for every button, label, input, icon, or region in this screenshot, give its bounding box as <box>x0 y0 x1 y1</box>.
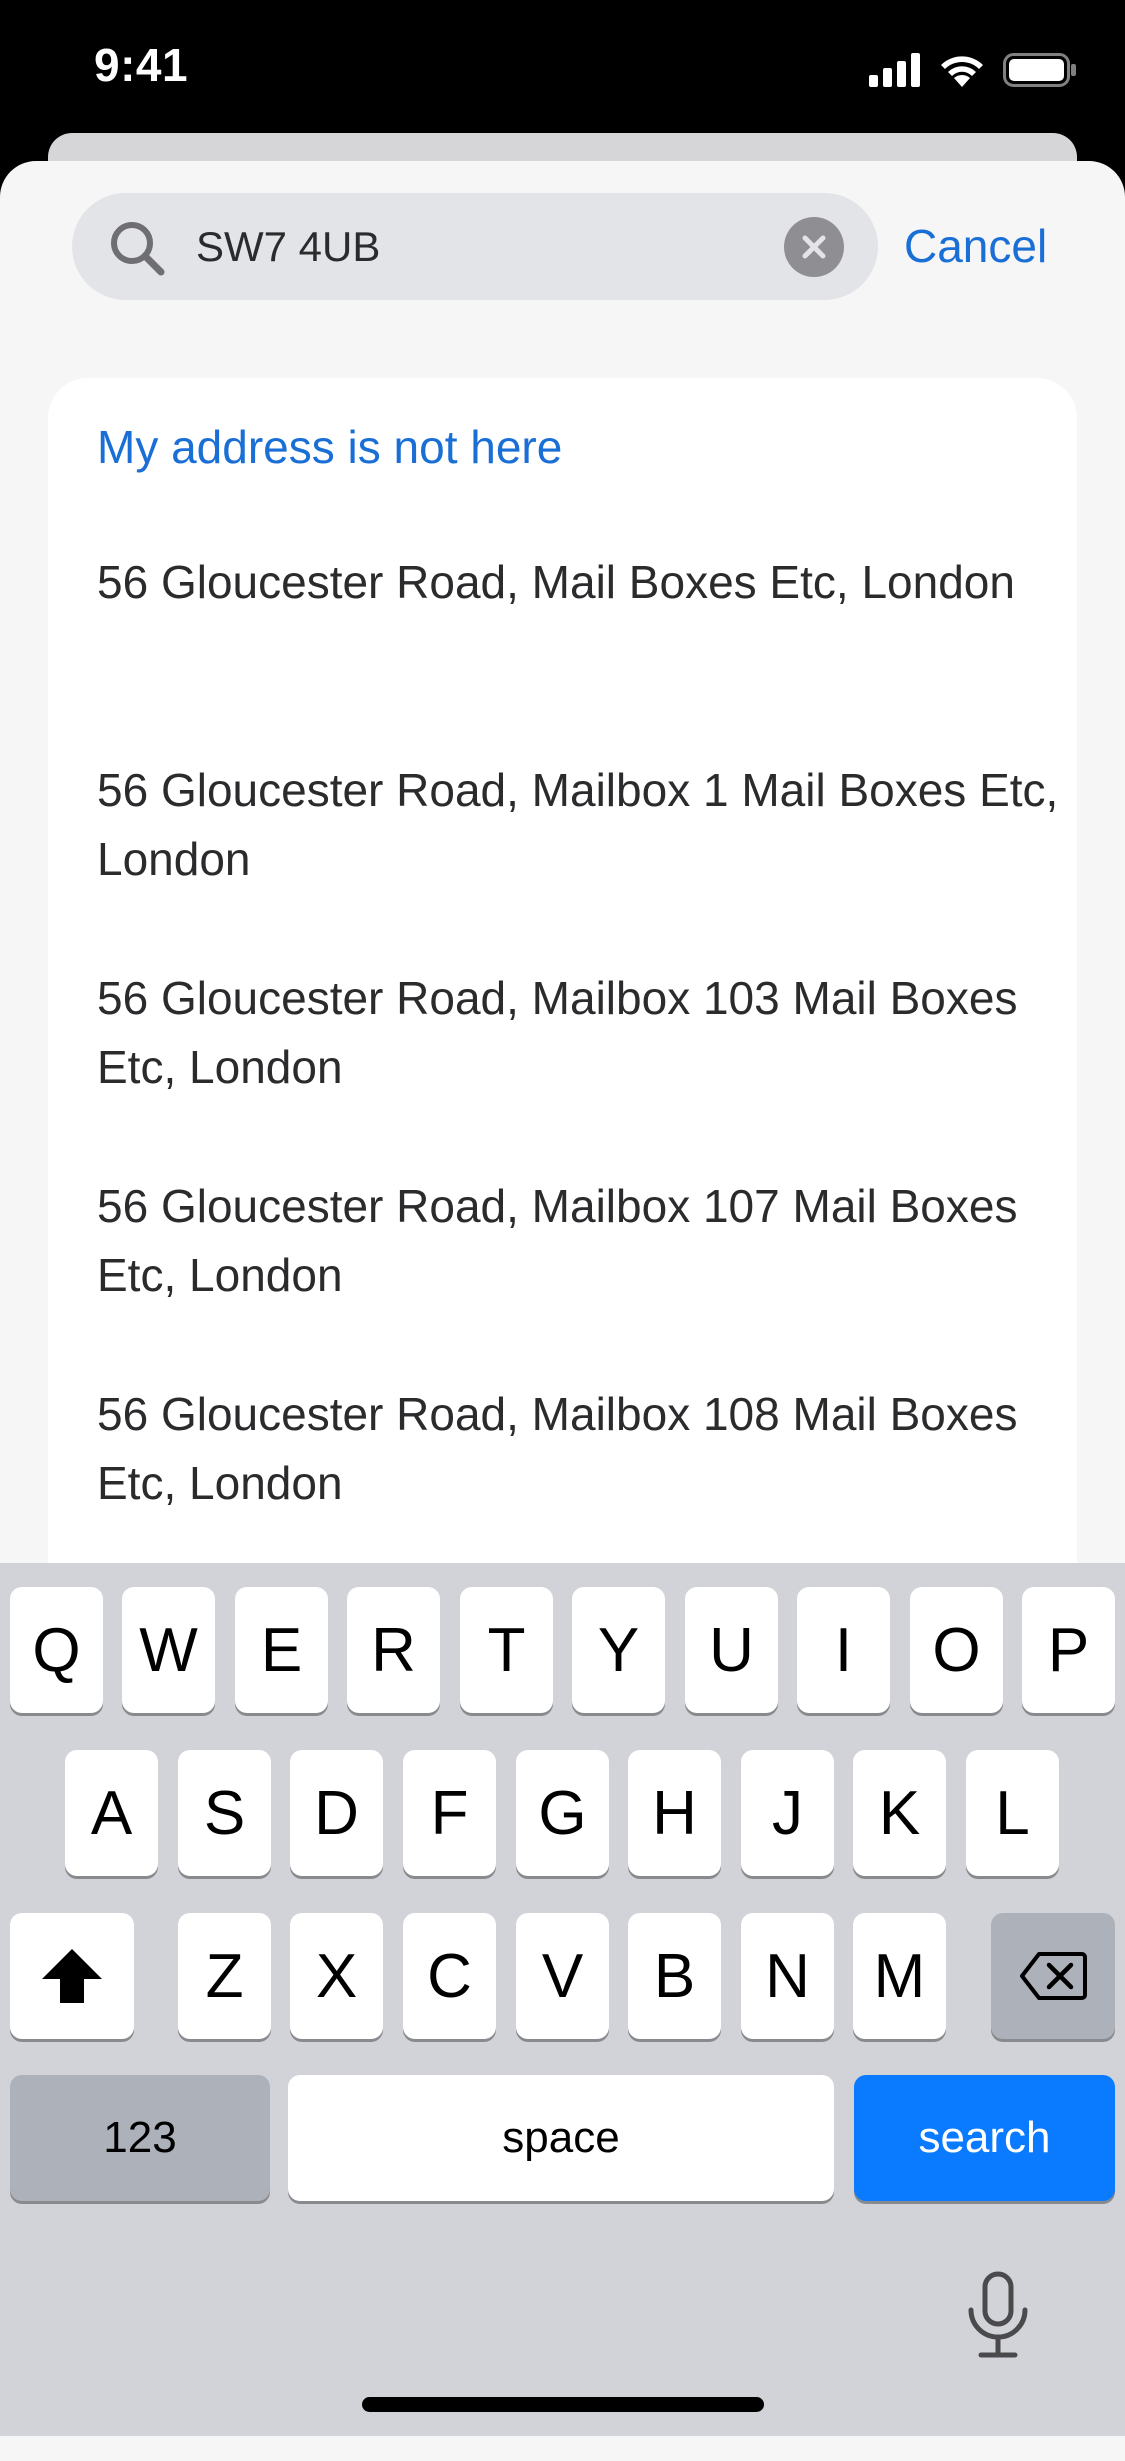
home-indicator <box>362 2397 764 2412</box>
key-q[interactable]: Q <box>10 1587 103 1713</box>
list-item[interactable]: 56 Gloucester Road, Mailbox 103 Mail Box… <box>97 964 1067 1172</box>
clear-search-button[interactable] <box>784 217 844 277</box>
cancel-button[interactable]: Cancel <box>904 219 1047 273</box>
key-f[interactable]: F <box>403 1750 496 1876</box>
key-s[interactable]: S <box>178 1750 271 1876</box>
key-c[interactable]: C <box>403 1913 496 2039</box>
key-v[interactable]: V <box>516 1913 609 2039</box>
key-e[interactable]: E <box>235 1587 328 1713</box>
key-n[interactable]: N <box>741 1913 834 2039</box>
key-o[interactable]: O <box>910 1587 1003 1713</box>
key-z[interactable]: Z <box>178 1913 271 2039</box>
key-a[interactable]: A <box>65 1750 158 1876</box>
search-icon <box>111 222 165 276</box>
shift-icon <box>42 1949 102 2003</box>
key-w[interactable]: W <box>122 1587 215 1713</box>
key-g[interactable]: G <box>516 1750 609 1876</box>
delete-icon <box>1020 1952 1087 2000</box>
key-l[interactable]: L <box>966 1750 1059 1876</box>
key-h[interactable]: H <box>628 1750 721 1876</box>
list-item[interactable]: 56 Gloucester Road, Mail Boxes Etc, Lond… <box>97 548 1067 756</box>
status-bar: 9:41 <box>0 0 1125 140</box>
search-key[interactable]: search <box>854 2075 1115 2201</box>
key-j[interactable]: J <box>741 1750 834 1876</box>
key-d[interactable]: D <box>290 1750 383 1876</box>
numbers-key[interactable]: 123 <box>10 2075 270 2201</box>
status-icons <box>869 50 1077 90</box>
list-item[interactable]: 56 Gloucester Road, Mailbox 108 Mail Box… <box>97 1380 1067 1588</box>
delete-key[interactable] <box>991 1913 1115 2039</box>
key-r[interactable]: R <box>347 1587 440 1713</box>
key-m[interactable]: M <box>853 1913 946 2039</box>
list-item[interactable]: 56 Gloucester Road, Mailbox 1 Mail Boxes… <box>97 756 1067 964</box>
battery-icon <box>1003 53 1076 87</box>
close-icon <box>802 235 826 259</box>
key-t[interactable]: T <box>460 1587 553 1713</box>
key-y[interactable]: Y <box>572 1587 665 1713</box>
search-input[interactable] <box>196 193 796 300</box>
results-list: 56 Gloucester Road, Mail Boxes Etc, Lond… <box>97 548 1067 1588</box>
keyboard: Q W E R T Y U I O P A S D F G H J K L Z … <box>0 1563 1125 2436</box>
key-b[interactable]: B <box>628 1913 721 2039</box>
microphone-icon[interactable] <box>963 2270 1033 2360</box>
results-card: My address is not here 56 Gloucester Roa… <box>48 378 1077 1678</box>
signal-icon <box>869 53 920 87</box>
space-key[interactable]: space <box>288 2075 834 2201</box>
key-k[interactable]: K <box>853 1750 946 1876</box>
key-x[interactable]: X <box>290 1913 383 2039</box>
shift-key[interactable] <box>10 1913 134 2039</box>
key-i[interactable]: I <box>797 1587 890 1713</box>
address-not-here-link[interactable]: My address is not here <box>97 420 562 474</box>
key-p[interactable]: P <box>1022 1587 1115 1713</box>
key-u[interactable]: U <box>685 1587 778 1713</box>
list-item[interactable]: 56 Gloucester Road, Mailbox 107 Mail Box… <box>97 1172 1067 1380</box>
wifi-icon <box>941 56 983 87</box>
search-field[interactable] <box>72 193 878 300</box>
status-time: 9:41 <box>94 39 189 91</box>
